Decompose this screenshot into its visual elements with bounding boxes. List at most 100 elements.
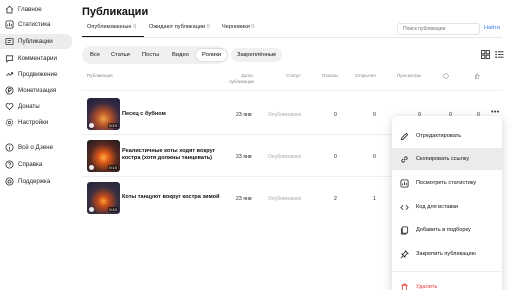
opens-count: 0 <box>373 112 376 118</box>
filter-posts[interactable]: Посты <box>136 48 166 62</box>
publication-status: Опубликовано <box>268 112 302 118</box>
comments-icon <box>5 54 14 63</box>
play-icon <box>89 207 94 212</box>
tab-label: Ожидают публикации <box>149 24 206 30</box>
list-view-icon[interactable] <box>495 50 504 59</box>
col-status: Статус <box>286 73 301 78</box>
video-thumbnail[interactable]: 0:10 <box>87 98 120 130</box>
sidebar-item-stats[interactable]: Статистика <box>0 17 72 32</box>
sidebar-item-label: Продвижение <box>18 71 58 78</box>
sidebar-item-comments[interactable]: Комментарии <box>0 51 72 66</box>
home-icon <box>5 5 14 14</box>
context-menu: Отредактировать Скопировать ссылку Посмо… <box>392 116 502 290</box>
search-input[interactable] <box>397 23 480 35</box>
filter-all[interactable]: Все <box>84 48 106 62</box>
sidebar-item-home[interactable]: Главное <box>0 2 72 17</box>
col-likes <box>474 73 480 81</box>
sidebar-item-label: Всё о Дзене <box>18 144 54 151</box>
page-title: Публикации <box>82 6 149 18</box>
video-duration: 0:10 <box>108 123 118 128</box>
sidebar-item-support[interactable]: Поддержка <box>0 174 72 189</box>
gear-icon <box>5 118 14 127</box>
sort-arrow-icon: ↓ <box>251 73 254 78</box>
header-divider <box>82 37 502 38</box>
menu-item-copy-link[interactable]: Скопировать ссылку <box>392 148 502 170</box>
col-date-label: Дата <box>241 73 252 78</box>
sidebar-item-promotion[interactable]: Продвижение <box>0 67 72 82</box>
publication-title[interactable]: Коты танцуют вокруг костра зимой <box>122 194 222 201</box>
promotion-icon <box>5 70 14 79</box>
play-icon <box>89 123 94 128</box>
publication-date: 23 янв <box>236 196 252 202</box>
info-icon <box>5 143 14 152</box>
menu-item-label: Код для вставки <box>416 204 459 210</box>
money-icon <box>5 86 14 95</box>
publication-date: 23 янв <box>236 112 252 118</box>
search-button[interactable]: Найти <box>484 25 500 31</box>
tab-label: Черновики <box>222 24 250 30</box>
tab-drafts[interactable]: Черновики 0 <box>222 24 255 30</box>
link-icon <box>400 155 409 164</box>
donate-icon <box>5 102 14 111</box>
views-count: 0 <box>334 112 337 118</box>
views-count: 0 <box>334 154 337 160</box>
publications-icon <box>5 37 14 46</box>
video-thumbnail[interactable]: 0:10 <box>87 182 120 214</box>
tab-count: 0 <box>206 24 210 30</box>
grid-view-icon[interactable] <box>481 50 490 59</box>
col-views: Показы <box>322 73 338 78</box>
tab-count: 0 <box>133 24 137 30</box>
tab-published[interactable]: Опубликованные 0 <box>87 24 136 30</box>
like-icon <box>474 73 480 80</box>
menu-divider <box>392 271 502 272</box>
menu-item-edit[interactable]: Отредактировать <box>392 125 502 147</box>
publication-date: 23 янв <box>236 154 252 160</box>
sidebar-item-label: Главное <box>18 6 42 13</box>
col-comments <box>443 73 449 81</box>
comment-icon <box>443 73 449 80</box>
chart-icon <box>5 20 14 29</box>
play-icon <box>89 165 94 170</box>
support-icon <box>5 177 14 186</box>
sidebar-item-label: Справка <box>18 161 43 168</box>
sidebar-item-donations[interactable]: Донаты <box>0 99 72 114</box>
publication-title[interactable]: Песец с бубном <box>122 111 220 118</box>
pencil-icon <box>400 132 409 141</box>
sidebar-item-about[interactable]: Всё о Дзене <box>0 140 72 155</box>
sidebar-item-publications[interactable]: Публикации <box>0 34 72 49</box>
sidebar-item-label: Настройки <box>18 119 49 126</box>
sidebar-item-label: Донаты <box>18 103 40 110</box>
col-date[interactable]: Дата↓ публикации <box>226 73 254 85</box>
filter-shorts[interactable]: Ролики <box>195 48 229 62</box>
collection-icon <box>400 225 409 235</box>
publication-title[interactable]: Реалистичные коты ходят вокруг костра (х… <box>122 148 220 162</box>
menu-item-stats[interactable]: Посмотреть статистику <box>392 172 502 194</box>
video-duration: 0:10 <box>108 165 118 170</box>
col-publication: Публикация <box>87 73 113 78</box>
filter-articles[interactable]: Статьи <box>105 48 136 62</box>
trash-icon <box>400 283 409 290</box>
video-duration: 0:10 <box>108 207 118 212</box>
menu-item-label: Посмотреть статистику <box>416 180 477 186</box>
menu-item-add-to-collection[interactable]: Добавить в подборку <box>392 219 502 241</box>
menu-item-pin[interactable]: Закрепить публикацию <box>392 243 502 265</box>
sidebar-item-help[interactable]: Справка <box>0 157 72 172</box>
menu-item-embed-code[interactable]: Код для вставки <box>392 196 502 218</box>
help-icon <box>5 160 14 169</box>
filter-pinned[interactable]: Закреплённые <box>231 48 283 62</box>
menu-item-delete[interactable]: Удалить <box>392 276 502 290</box>
views-count: 2 <box>334 196 337 202</box>
sidebar-item-monetization[interactable]: Монетизация <box>0 83 72 98</box>
publication-status: Опубликовано <box>268 196 302 202</box>
sidebar-item-settings[interactable]: Настройки <box>0 115 72 130</box>
video-thumbnail[interactable]: 0:10 <box>87 140 120 172</box>
more-options-icon[interactable]: ••• <box>491 109 500 116</box>
code-icon <box>400 203 409 212</box>
tab-scheduled[interactable]: Ожидают публикации 0 <box>149 24 210 30</box>
sidebar-item-label: Комментарии <box>18 55 57 62</box>
filter-videos[interactable]: Видео <box>166 48 195 62</box>
menu-item-label: Добавить в подборку <box>416 227 471 233</box>
menu-item-label: Закрепить публикацию <box>416 251 476 257</box>
table-divider <box>82 90 502 91</box>
tab-count: 0 <box>251 24 255 30</box>
